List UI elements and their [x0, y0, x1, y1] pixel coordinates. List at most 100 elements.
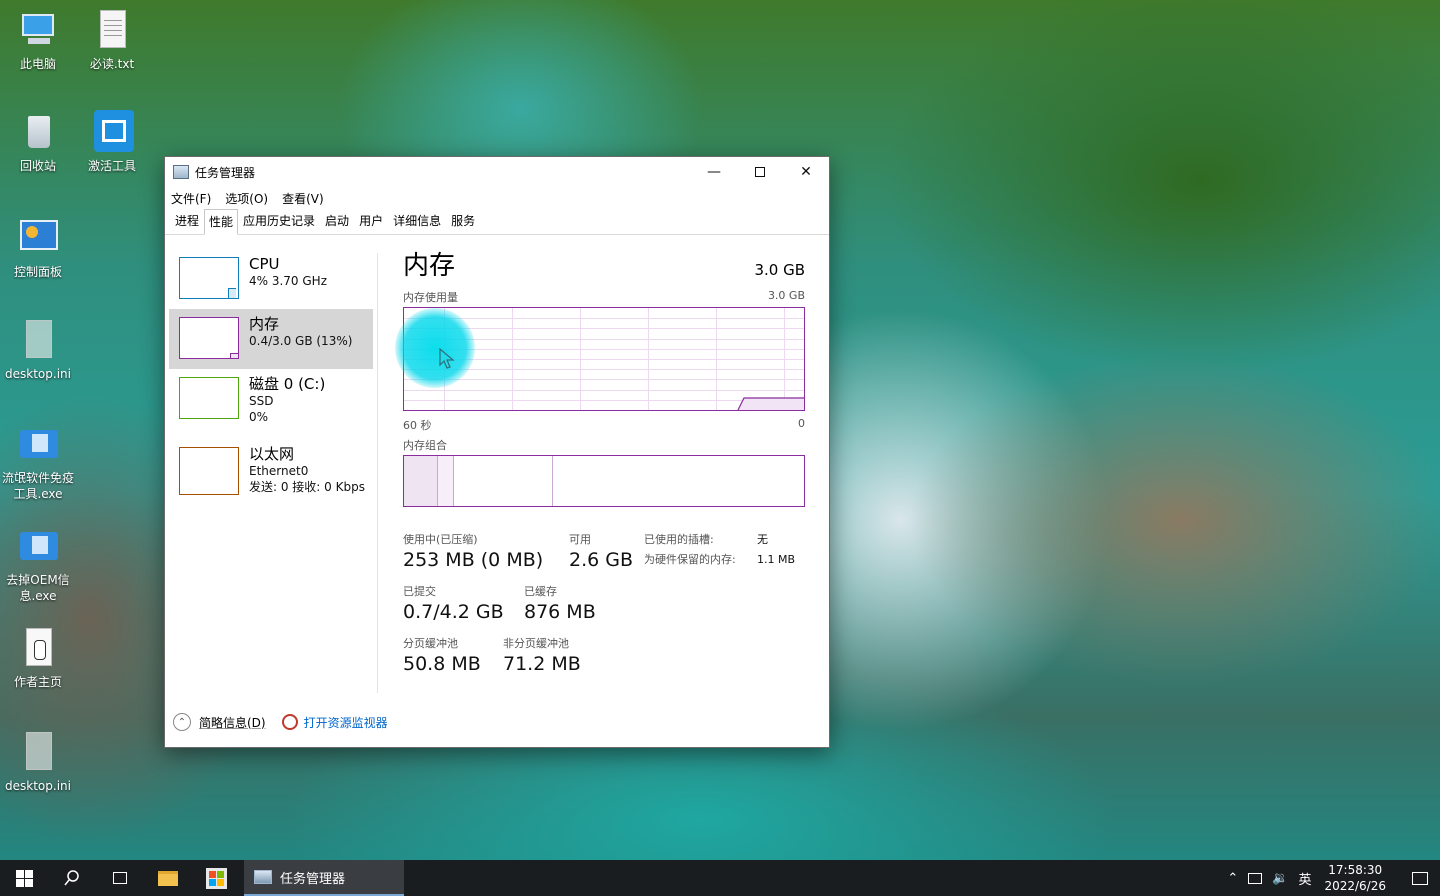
recycle-bin-icon [16, 110, 60, 154]
usage-graph-max: 3.0 GB [767, 289, 805, 302]
start-button[interactable] [0, 860, 48, 896]
tab-app-history[interactable]: 应用历史记录 [238, 208, 320, 234]
taskbar-task-manager[interactable]: 任务管理器 [244, 860, 404, 896]
desktop-icon-label: 此电脑 [19, 57, 56, 71]
menu-options[interactable]: 选项(O) [225, 190, 268, 207]
desktop-icon-desktop-ini[interactable]: desktop.ini [0, 318, 76, 382]
in-use-value: 253 MB (0 MB) [403, 549, 544, 571]
minimize-icon: — [707, 164, 721, 180]
system-tray: ⌃ 🔉 英 17:58:30 2022/6/26 [1222, 860, 1440, 896]
minimize-button[interactable]: — [691, 157, 737, 187]
store-bag-icon [205, 867, 227, 889]
desktop-icon-control-panel[interactable]: 控制面板 [0, 216, 76, 280]
notifications-button[interactable] [1400, 860, 1440, 896]
maximize-button[interactable] [737, 157, 783, 187]
slots-value: 无 [757, 533, 768, 546]
exe-icon [16, 524, 60, 568]
close-icon: ✕ [800, 164, 812, 180]
tab-performance[interactable]: 性能 [204, 209, 239, 235]
desktop-icon-readme[interactable]: 必读.txt [74, 8, 150, 72]
desktop-icon-label: 流氓软件免疫工具.exe [1, 471, 74, 501]
title-bar[interactable]: 任务管理器 — ✕ [165, 157, 829, 187]
search-icon [64, 870, 79, 886]
desktop-icon-desktop-ini-2[interactable]: desktop.ini [0, 730, 76, 794]
desktop-icon-immunity-tool[interactable]: 流氓软件免疫工具.exe [0, 422, 76, 502]
hand-link-icon [16, 626, 60, 670]
menu-view[interactable]: 查看(V) [282, 190, 324, 207]
desktop-icon-label: 控制面板 [13, 265, 62, 279]
desktop-icon-remove-oem[interactable]: 去掉OEM信息.exe [0, 524, 76, 604]
tab-services[interactable]: 服务 [446, 208, 480, 234]
exe-icon [16, 422, 60, 466]
desktop-icon-label: 去掉OEM信息.exe [6, 573, 70, 603]
tab-startup[interactable]: 启动 [320, 208, 354, 234]
perf-item-sub2: 0% [249, 410, 269, 424]
perf-item-sub: Ethernet0 [249, 464, 309, 478]
cpu-mini-graph [179, 257, 239, 299]
desktop-icon-author-page[interactable]: 作者主页 [0, 626, 76, 690]
maximize-icon [755, 167, 765, 177]
taskbar-app-label: 任务管理器 [280, 871, 346, 887]
desktop-icon-this-pc[interactable]: 此电脑 [0, 8, 76, 72]
clock-time: 17:58:30 [1328, 863, 1383, 877]
tray-overflow-icon[interactable]: ⌃ [1227, 871, 1238, 886]
task-manager-icon [173, 165, 189, 179]
perf-item-memory[interactable]: 内存 0.4/3.0 GB (13%) [169, 309, 373, 369]
fewer-details-link[interactable]: 简略信息(D) [199, 714, 266, 731]
desktop-icon-label: 作者主页 [13, 675, 62, 689]
volume-icon[interactable]: 🔉 [1272, 871, 1288, 886]
perf-item-sub: SSD [249, 394, 274, 408]
task-manager-icon [254, 870, 272, 884]
resource-monitor-icon [281, 714, 298, 730]
desktop-icon-label: desktop.ini [5, 367, 71, 381]
available-label: 可用 [569, 533, 591, 546]
clock-date: 2022/6/26 [1324, 879, 1386, 893]
cached-label: 已缓存 [524, 585, 557, 598]
cursor-highlight [395, 308, 475, 388]
memory-capacity: 3.0 GB [754, 261, 805, 279]
tab-processes[interactable]: 进程 [170, 208, 204, 234]
notification-icon [1412, 871, 1428, 885]
window-title: 任务管理器 [195, 165, 256, 180]
open-resource-monitor-link[interactable]: 打开资源监视器 [304, 714, 388, 731]
tab-users[interactable]: 用户 [354, 208, 388, 234]
slots-label: 已使用的插槽: [644, 533, 714, 546]
menu-file[interactable]: 文件(F) [171, 190, 211, 207]
network-icon[interactable] [1248, 872, 1263, 884]
composition-modified [438, 456, 454, 506]
nonpaged-pool-value: 71.2 MB [503, 653, 581, 675]
composition-label: 内存组合 [403, 439, 447, 452]
available-value: 2.6 GB [569, 549, 634, 571]
tab-bar: 进程 性能 应用历史记录 启动 用户 详细信息 服务 [165, 209, 829, 235]
task-view-icon [113, 872, 127, 884]
desktop-icon-recycle-bin[interactable]: 回收站 [0, 110, 76, 174]
graph-axis-right: 0 [798, 417, 805, 430]
in-use-label: 使用中(已压缩) [403, 533, 478, 546]
performance-list: CPU 4% 3.70 GHz 内存 0.4/3.0 GB (13%) 磁盘 0… [169, 249, 373, 499]
activation-tool-icon [90, 110, 134, 154]
close-button[interactable]: ✕ [783, 157, 829, 187]
input-method-indicator[interactable]: 英 [1298, 869, 1311, 888]
memory-title: 内存 [403, 251, 456, 281]
desktop-icon-activation-tool[interactable]: 激活工具 [74, 110, 150, 174]
perf-item-disk[interactable]: 磁盘 0 (C:) SSD 0% [169, 369, 373, 429]
perf-item-ethernet[interactable]: 以太网 Ethernet0 发送: 0 接收: 0 Kbps [169, 439, 373, 499]
windows-logo-icon [15, 869, 33, 887]
task-view-button[interactable] [96, 860, 144, 896]
committed-label: 已提交 [403, 585, 436, 598]
store-button[interactable] [192, 860, 240, 896]
search-button[interactable] [48, 860, 96, 896]
clock[interactable]: 17:58:30 2022/6/26 [1324, 862, 1386, 894]
perf-item-cpu[interactable]: CPU 4% 3.70 GHz [169, 249, 373, 309]
text-file-icon [90, 8, 134, 52]
usage-graph-label: 内存使用量 [403, 291, 458, 304]
perf-item-title: CPU [249, 255, 280, 273]
memory-detail-pane: 内存 3.0 GB 内存使用量 3.0 GB 60 秒 0 内存组合 使用中(已… [403, 249, 805, 675]
desktop-icon-label: 必读.txt [89, 57, 135, 71]
computer-icon [16, 8, 60, 52]
memory-mini-graph [179, 317, 239, 359]
file-explorer-button[interactable] [144, 860, 192, 896]
chevron-up-icon[interactable]: ⌃ [173, 713, 191, 731]
tab-details[interactable]: 详细信息 [388, 208, 446, 234]
control-panel-icon [16, 216, 60, 260]
